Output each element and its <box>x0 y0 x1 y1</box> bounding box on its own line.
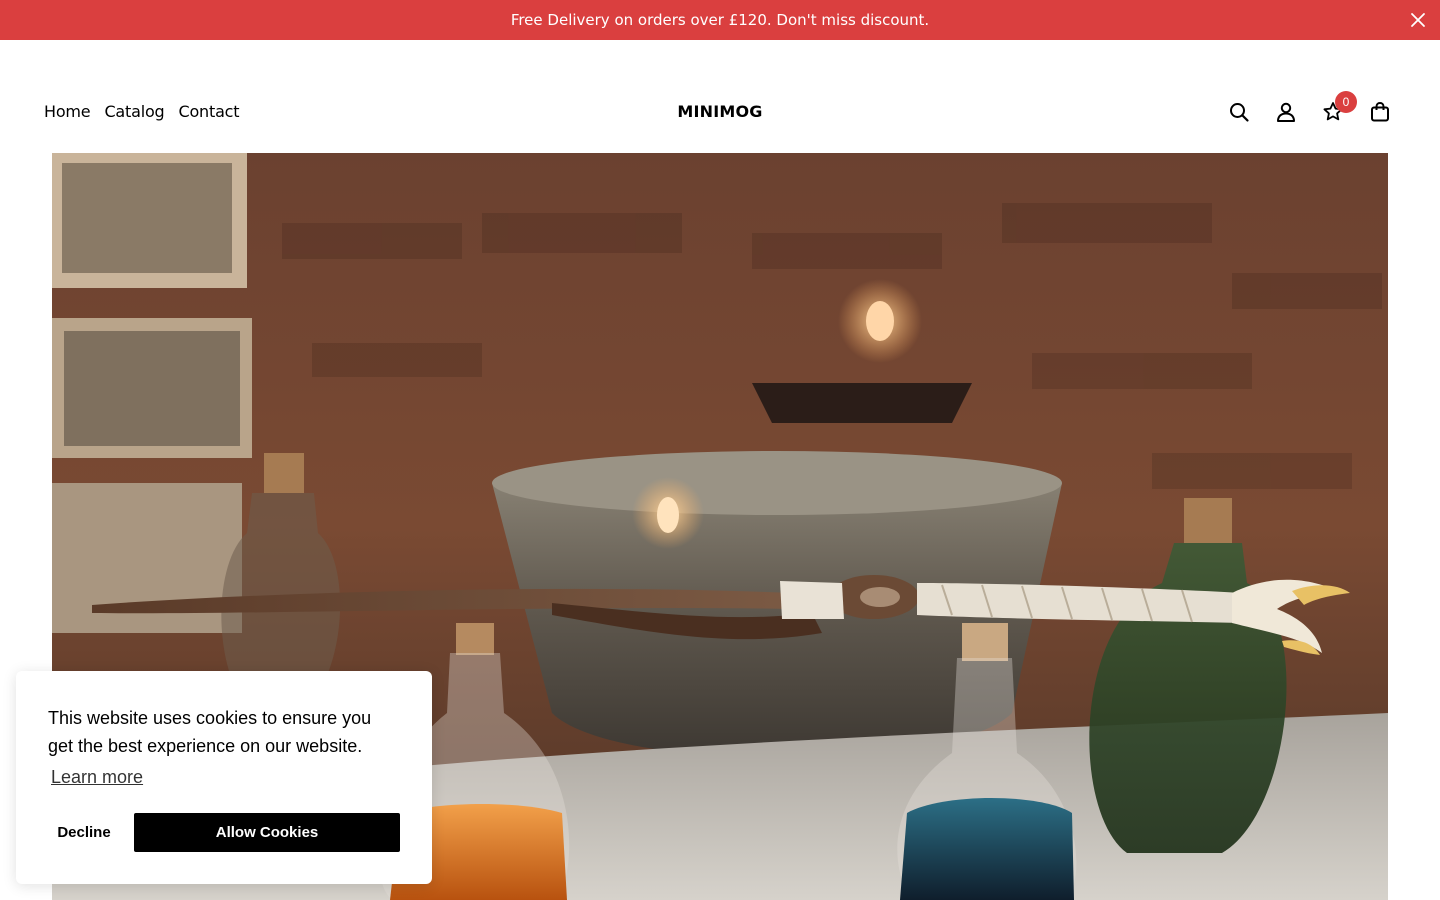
nav-contact[interactable]: Contact <box>179 102 240 121</box>
cookie-allow-button[interactable]: Allow Cookies <box>134 813 400 852</box>
announcement-text: Free Delivery on orders over £120. Don't… <box>510 11 930 29</box>
announcement-bar: Free Delivery on orders over £120. Don't… <box>0 0 1440 40</box>
account-icon[interactable] <box>1274 100 1298 124</box>
nav-home[interactable]: Home <box>44 102 91 121</box>
close-icon[interactable] <box>1410 12 1426 28</box>
site-logo[interactable]: MINIMOG <box>677 102 762 121</box>
cookie-consent-banner: This website uses cookies to ensure you … <box>16 671 432 884</box>
nav-catalog[interactable]: Catalog <box>104 102 164 121</box>
wishlist-star-icon[interactable]: 0 <box>1321 91 1357 124</box>
cookie-decline-button[interactable]: Decline <box>34 813 134 852</box>
search-icon[interactable] <box>1227 100 1251 124</box>
cookie-message: This website uses cookies to ensure you … <box>48 708 372 756</box>
cookie-learn-more-link[interactable]: Learn more <box>51 765 143 789</box>
header-icons: 0 <box>1204 91 1392 124</box>
wishlist-count-badge: 0 <box>1335 91 1357 113</box>
main-nav: Home Catalog Contact <box>44 102 240 121</box>
site-header: Home Catalog Contact MINIMOG 0 <box>0 40 1440 153</box>
cart-bag-icon[interactable] <box>1368 100 1392 124</box>
